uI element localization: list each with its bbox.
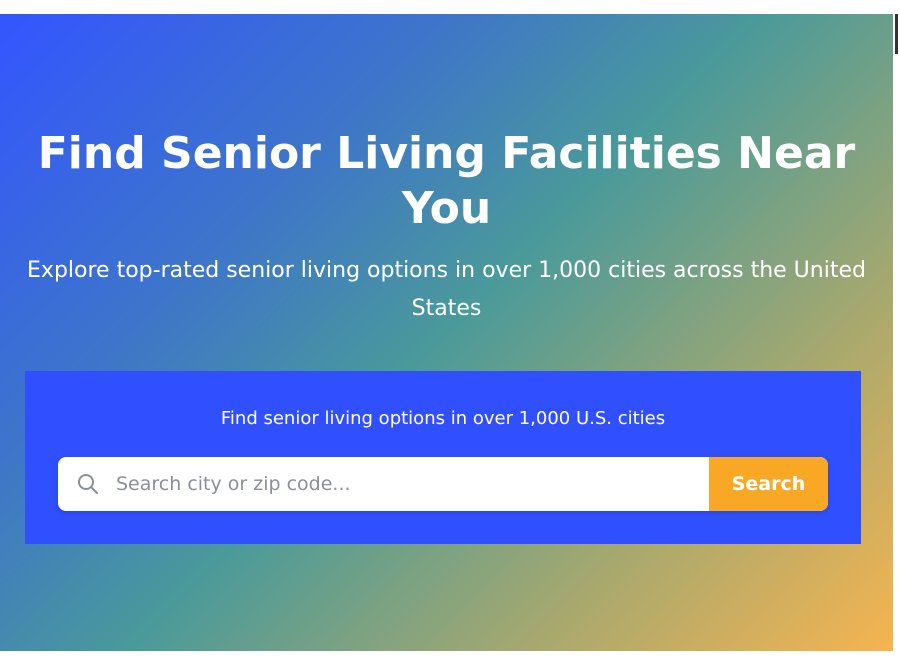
- search-icon: [76, 472, 100, 496]
- search-bar: Search: [58, 457, 828, 511]
- hero-title: Find Senior Living Facilities Near You: [37, 128, 856, 234]
- search-panel: Find senior living options in over 1,000…: [25, 371, 861, 544]
- scrollbar-thumb[interactable]: [895, 14, 898, 54]
- hero-subtitle: Explore top-rated senior living options …: [27, 258, 866, 321]
- scrollbar[interactable]: [893, 14, 900, 667]
- search-button[interactable]: Search: [709, 457, 828, 511]
- search-input[interactable]: [116, 457, 706, 511]
- search-panel-caption: Find senior living options in over 1,000…: [220, 408, 666, 429]
- bottom-strip: [0, 651, 893, 667]
- top-strip: [0, 0, 900, 14]
- hero-section: Find Senior Living Facilities Near You E…: [0, 14, 893, 651]
